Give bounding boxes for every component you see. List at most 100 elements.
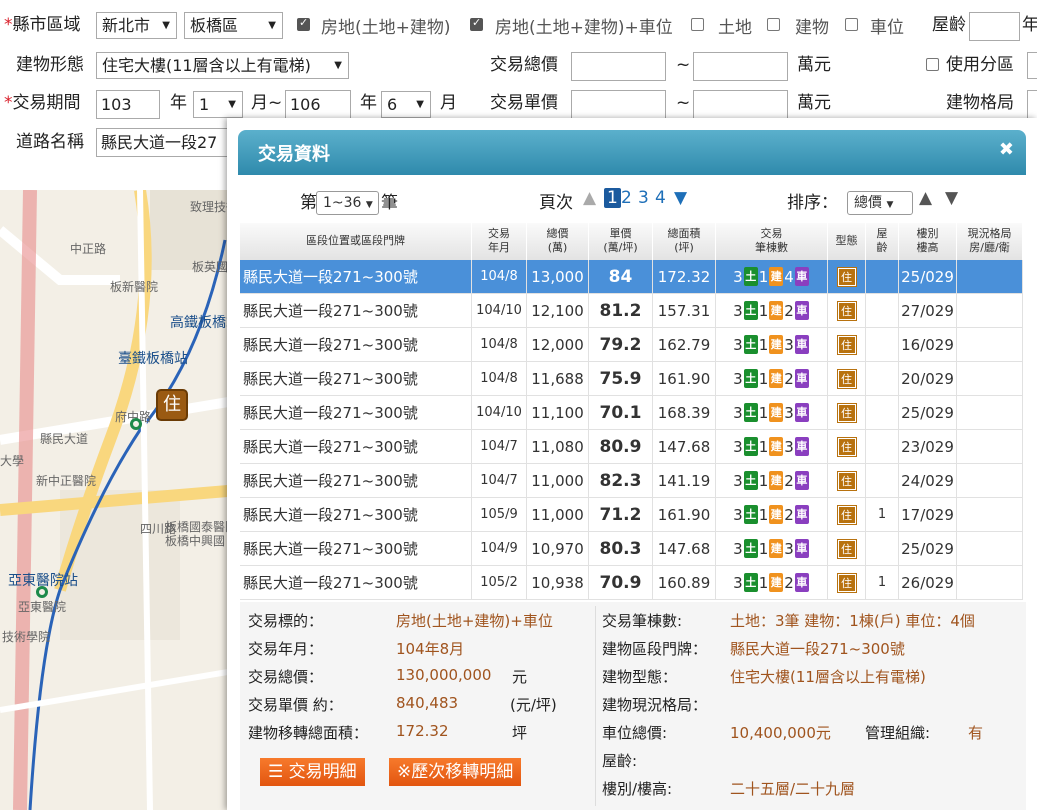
next-page-icon[interactable]: ▼ (674, 188, 687, 208)
table-row[interactable]: 縣民大道一段271~300號 104/8 13,000 84 172.32 3土… (240, 260, 1023, 294)
sort-desc-icon[interactable]: ▼ (945, 188, 958, 208)
cell-year-month: 104/7 (472, 430, 527, 463)
use-zone-select[interactable] (1027, 52, 1037, 79)
use-zone-checkbox[interactable] (926, 58, 939, 71)
cell-year-month: 105/2 (472, 566, 527, 599)
cell-address: 縣民大道一段271~300號 (240, 464, 472, 497)
house-marker-icon[interactable]: 住 (156, 389, 188, 421)
cell-unit-price: 80.3 (589, 532, 653, 565)
end-year-input[interactable]: 106 (285, 90, 351, 119)
sort-select[interactable]: 總價 ▼ (847, 191, 913, 215)
col-type: 型態 (828, 223, 866, 260)
record-range-select[interactable]: 1~36 ▼ (316, 191, 379, 215)
col-year-month[interactable]: 交易 年月 (472, 223, 527, 260)
end-month-unit: 月 (440, 93, 457, 113)
cell-unit-price: 80.9 (589, 430, 653, 463)
table-row[interactable]: 縣民大道一段271~300號 104/10 12,100 81.2 157.31… (240, 294, 1023, 328)
detail-age-label: 屋齡: (602, 752, 638, 770)
detail-ym-value: 104年8月 (396, 640, 465, 658)
table-row[interactable]: 縣民大道一段271~300號 104/8 12,000 79.2 162.79 … (240, 328, 1023, 362)
list-icon: ☰ (268, 762, 289, 782)
end-month-select[interactable]: 6 ▼ (381, 91, 431, 118)
page-1[interactable]: 1 (604, 188, 621, 208)
cell-floor: 25/029 (899, 532, 957, 565)
start-year-input[interactable]: 103 (96, 90, 160, 119)
building-type-label: 建物形態 (16, 55, 84, 75)
land-badge: 土 (743, 437, 758, 456)
cell-layout (957, 566, 1023, 599)
table-row[interactable]: 縣民大道一段271~300號 104/7 11,000 82.3 141.19 … (240, 464, 1023, 498)
building-badge: 建 (769, 267, 784, 286)
residence-icon: 住 (836, 334, 857, 355)
cell-count: 3土1建2車 (716, 498, 828, 531)
total-price-min-input[interactable] (571, 52, 666, 81)
cell-floor: 27/029 (899, 294, 957, 327)
map[interactable]: 致理技術學院 板英國小 板新醫院 高鐵板橋站 臺鐵板橋站 府中路 大學 新中正醫… (0, 190, 240, 810)
end-year-unit: 年 (360, 93, 377, 113)
building-badge: 建 (769, 369, 784, 388)
sort-asc-icon[interactable]: ▲ (919, 188, 932, 208)
checkbox-land-building[interactable] (297, 16, 310, 31)
layout-input[interactable] (1027, 90, 1037, 119)
parking-badge: 車 (794, 301, 809, 320)
building-badge: 建 (769, 301, 784, 320)
map-label: 中正路 (70, 242, 107, 256)
modal-title: 交易資料 (258, 144, 330, 165)
cell-type: 住 (828, 498, 866, 531)
detail-mgmt-label: 管理組織: (865, 724, 931, 742)
residence-icon: 住 (836, 538, 857, 559)
page-3[interactable]: 3 (638, 188, 649, 208)
table-row[interactable]: 縣民大道一段271~300號 105/9 11,000 71.2 161.90 … (240, 498, 1023, 532)
page-2[interactable]: 2 (621, 188, 632, 208)
cell-floor: 25/029 (899, 396, 957, 429)
table-row[interactable]: 縣民大道一段271~300號 104/8 11,688 75.9 161.90 … (240, 362, 1023, 396)
cell-type: 住 (828, 566, 866, 599)
cell-total-price: 11,080 (527, 430, 589, 463)
detail-total-unit: 元 (512, 668, 528, 686)
building-type-select[interactable]: 住宅大樓(11層含以上有電梯) ▼ (96, 52, 349, 79)
use-zone-label: 使用分區 (946, 55, 1014, 75)
unit-price-max-input[interactable] (693, 90, 788, 119)
land-badge: 土 (743, 301, 758, 320)
start-month-select[interactable]: 1 ▼ (193, 91, 243, 118)
checkbox-parking[interactable] (845, 18, 858, 31)
table-row[interactable]: 縣民大道一段271~300號 104/7 11,080 80.9 147.68 … (240, 430, 1023, 464)
checkbox-building[interactable] (767, 18, 780, 31)
prev-page-icon[interactable]: ▲ (583, 188, 596, 208)
col-area[interactable]: 總面積 (坪) (653, 223, 716, 260)
cell-unit-price: 70.1 (589, 396, 653, 429)
transaction-detail-button[interactable]: ☰ 交易明細 (260, 758, 365, 786)
district-select[interactable]: 板橋區 ▼ (184, 12, 283, 39)
close-icon[interactable]: ✖ (999, 139, 1014, 160)
unit-price-min-input[interactable] (571, 90, 666, 119)
road-input[interactable]: 縣民大道一段27 (96, 128, 236, 157)
table-row[interactable]: 縣民大道一段271~300號 104/10 11,100 70.1 168.39… (240, 396, 1023, 430)
parking-badge: 車 (794, 369, 809, 388)
map-label: 板新醫院 (110, 280, 159, 294)
checkbox-land[interactable] (691, 18, 704, 31)
transaction-detail: 交易標的： 房地(土地+建物)+車位 交易年月： 104年8月 交易總價： 13… (240, 602, 1026, 810)
checkbox-land-building-parking[interactable] (470, 16, 483, 31)
city-select[interactable]: 新北市 ▼ (96, 12, 177, 39)
total-price-max-input[interactable] (693, 52, 788, 81)
detail-target-value: 房地(土地+建物)+車位 (396, 612, 553, 630)
cell-total-price: 12,000 (527, 328, 589, 361)
table-row[interactable]: 縣民大道一段271~300號 104/9 10,970 80.3 147.68 … (240, 532, 1023, 566)
cell-count: 3土1建3車 (716, 430, 828, 463)
detail-unit-label: 交易單價 約： (248, 696, 343, 714)
cell-address: 縣民大道一段271~300號 (240, 260, 472, 293)
transfer-history-button[interactable]: ※歷次移轉明細 (389, 758, 522, 786)
age-input[interactable] (969, 12, 1020, 41)
layout-label: 建物格局 (946, 93, 1014, 113)
col-total-price[interactable]: 總價 (萬) (527, 223, 589, 260)
col-address[interactable]: 區段位置或區段門牌 (240, 223, 472, 260)
total-price-label: 交易總價 (490, 55, 558, 75)
col-unit-price[interactable]: 單價 (萬/坪) (589, 223, 653, 260)
table-row[interactable]: 縣民大道一段271~300號 105/2 10,938 70.9 160.89 … (240, 566, 1023, 600)
cell-area: 160.89 (653, 566, 716, 599)
cell-year-month: 104/8 (472, 260, 527, 293)
table-body: 縣民大道一段271~300號 104/8 13,000 84 172.32 3土… (240, 260, 1023, 600)
table-header: 區段位置或區段門牌 交易 年月 總價 (萬) 單價 (萬/坪) 總面積 (坪) … (240, 223, 1023, 260)
page-4[interactable]: 4 (655, 188, 666, 208)
cell-layout (957, 294, 1023, 327)
